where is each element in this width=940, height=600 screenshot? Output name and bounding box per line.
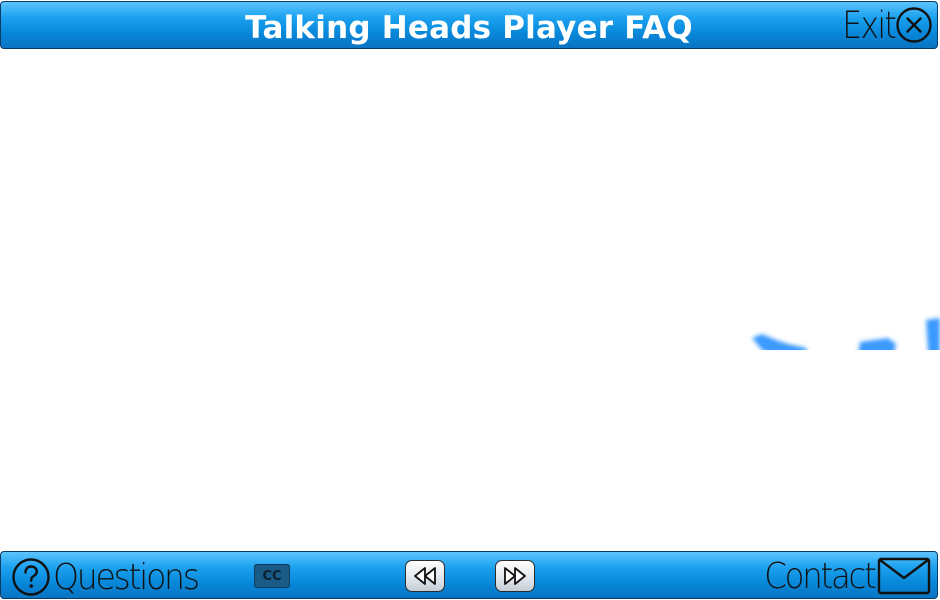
fast-forward-icon [504, 567, 526, 585]
close-circle-icon [896, 7, 932, 43]
control-bar: Questions CC Contact [0, 551, 938, 599]
contact-label: Contact [764, 555, 878, 597]
closed-captions-button[interactable]: CC [254, 564, 290, 588]
contact-button[interactable]: Contact [752, 554, 931, 598]
video-stage [0, 50, 940, 550]
rewind-button[interactable] [405, 560, 445, 592]
exit-button[interactable]: Exit [833, 3, 933, 47]
help-circle-icon [12, 558, 50, 596]
title-bar: Talking Heads Player FAQ Exit [0, 1, 938, 49]
questions-button[interactable]: Questions [11, 555, 210, 599]
page-title: Talking Heads Player FAQ [245, 10, 693, 46]
questions-label: Questions [53, 556, 200, 598]
rewind-icon [414, 567, 436, 585]
fast-forward-button[interactable] [495, 560, 535, 592]
cc-label: CC [262, 568, 282, 584]
exit-label: Exit [842, 3, 896, 47]
animated-speech-marks-graphic [752, 318, 940, 350]
talking-heads-player: Talking Heads Player FAQ Exit Questions … [0, 0, 940, 600]
mail-envelope-icon [877, 557, 931, 595]
